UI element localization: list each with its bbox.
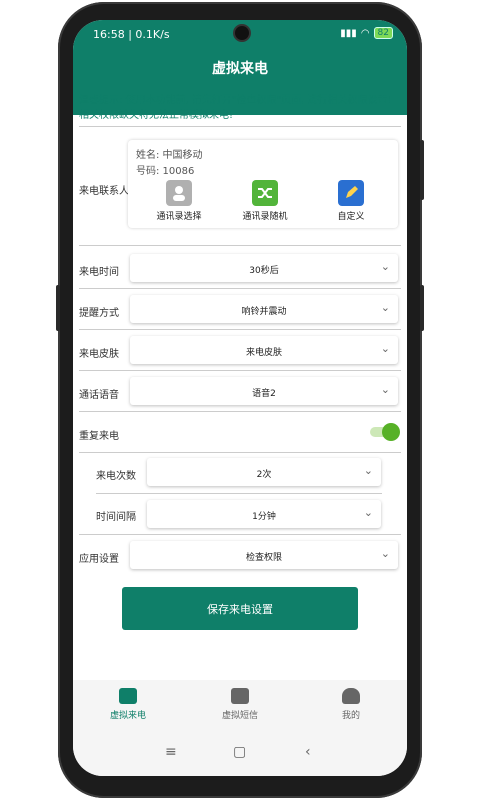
contacts-select-label: 通讯录选择 [156,212,202,222]
nav-mine[interactable]: 我的 [311,688,391,721]
contacts-random-label: 通讯录随机 [242,212,288,222]
chevron-down-icon: ⌄ [380,547,390,560]
contact-card: 姓名: 中国移动 号码: 10086 通讯录选择 通讯录随机 自定义 [128,140,398,228]
repeat-count-select[interactable]: 2次 ⌄ [147,458,381,486]
divider [79,534,401,535]
repeat-count-value: 2次 [256,470,272,480]
divider [79,452,401,453]
bottom-nav: 虚拟来电 虚拟短信 我的 [73,680,407,730]
call-time-select[interactable]: 30秒后 ⌄ [130,254,398,282]
skin-label: 来电皮肤 [79,349,119,360]
nav-virtual-sms[interactable]: 虚拟短信 [200,688,280,721]
contact-label: 来电联系人 [79,186,129,197]
repeat-interval-value: 1分钟 [252,512,276,522]
shuffle-icon [252,180,278,206]
wifi-icon: ◠ [360,27,370,39]
phone-icon [119,688,137,704]
home-icon[interactable]: ▢ [233,744,246,760]
message-icon [231,688,249,704]
custom-button[interactable]: 自定义 [316,180,386,222]
call-time-value: 30秒后 [249,266,279,276]
status-time: 16:58 | 0.1K/s [93,28,170,41]
page-title: 虚拟来电 [212,61,268,77]
volume-button [420,140,424,200]
chevron-down-icon: ⌄ [380,301,390,314]
save-button[interactable]: 保存来电设置 [122,587,358,630]
app-setting-label: 应用设置 [79,554,119,565]
nav-virtual-sms-label: 虚拟短信 [221,711,258,721]
voice-label: 通话语音 [79,390,119,401]
custom-label: 自定义 [337,212,365,222]
skin-value: 来电皮肤 [245,348,282,358]
alert-mode-select[interactable]: 响铃并震动 ⌄ [130,295,398,323]
system-nav-bar: ≡ ▢ ‹ [73,730,407,776]
chevron-down-icon: ⌄ [380,383,390,396]
repeat-count-label: 来电次数 [96,471,136,482]
volume-button-2 [420,285,424,331]
contact-number: 号码: 10086 [136,166,195,177]
repeat-interval-select[interactable]: 1分钟 ⌄ [147,500,381,528]
repeat-interval-label: 时间间隔 [96,512,136,523]
divider [79,288,401,289]
divider [79,411,401,412]
contacts-icon [166,180,192,206]
contacts-select-button[interactable]: 通讯录选择 [144,180,214,222]
nav-virtual-call[interactable]: 虚拟来电 [88,688,168,721]
voice-value: 语音2 [252,389,276,399]
repeat-label: 重复来电 [79,431,119,442]
status-icons: ▮▮▮ ◠ 82 [340,27,393,39]
battery-icon: 82 [373,27,393,39]
voice-select[interactable]: 语音2 ⌄ [130,377,398,405]
power-button [56,285,60,331]
menu-icon[interactable]: ≡ [165,744,177,760]
call-time-label: 来电时间 [79,267,119,278]
status-bar: 16:58 | 0.1K/s ▮▮▮ ◠ 82 [73,20,407,50]
nav-mine-label: 我的 [341,711,360,721]
divider [79,245,401,246]
repeat-toggle[interactable] [370,423,400,441]
alert-mode-value: 响铃并震动 [241,307,287,317]
user-icon [342,688,360,704]
toggle-knob [382,423,400,441]
app-setting-select[interactable]: 检查权限 ⌄ [130,541,398,569]
app-setting-value: 检查权限 [245,553,282,563]
chevron-down-icon: ⌄ [380,342,390,355]
back-icon[interactable]: ‹ [305,744,311,760]
screen: 16:58 | 0.1K/s ▮▮▮ ◠ 82 虚拟来电 温馨提示: 使用本功能… [73,20,407,776]
contact-name: 姓名: 中国移动 [136,150,203,161]
edit-icon [338,180,364,206]
divider [79,126,401,127]
nav-virtual-call-label: 虚拟来电 [109,711,146,721]
warning-tip: 温馨提示: 使用本功能前, 请先打开"检查权限"页面, 进行相关权限设置! 相关… [79,95,392,121]
alert-mode-label: 提醒方式 [79,308,119,319]
chevron-down-icon: ⌄ [363,464,373,477]
divider [79,329,401,330]
chevron-down-icon: ⌄ [363,506,373,519]
camera-icon [233,24,251,42]
skin-select[interactable]: 来电皮肤 ⌄ [130,336,398,364]
signal-icon: ▮▮▮ [340,27,357,39]
divider [96,493,382,494]
divider [79,370,401,371]
chevron-down-icon: ⌄ [380,260,390,273]
contacts-random-button[interactable]: 通讯录随机 [230,180,300,222]
